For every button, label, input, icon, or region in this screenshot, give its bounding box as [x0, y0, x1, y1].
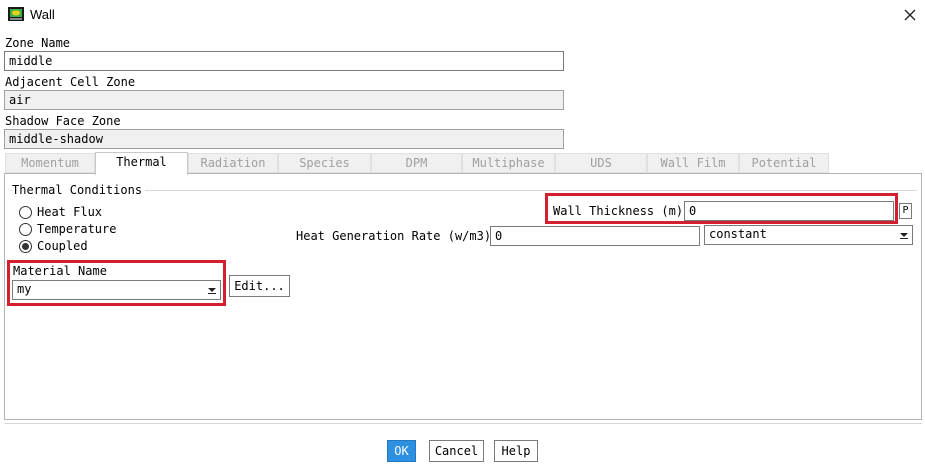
tab-wall-film[interactable]: Wall Film — [647, 153, 739, 173]
zone-name-input[interactable]: middle — [4, 51, 564, 71]
tab-momentum[interactable]: Momentum — [5, 153, 95, 173]
radio-circle — [19, 222, 32, 236]
radio-label: Heat Flux — [37, 205, 103, 219]
tab-uds[interactable]: UDS — [555, 153, 647, 173]
radio-temperature[interactable]: Temperature — [19, 222, 116, 236]
tab-multiphase[interactable]: Multiphase — [462, 153, 555, 173]
shadow-face-zone-field: middle-shadow — [4, 129, 564, 149]
material-name-select[interactable]: my — [12, 280, 221, 300]
adjacent-cell-zone-label: Adjacent Cell Zone — [5, 75, 136, 89]
close-icon — [904, 9, 916, 21]
help-button[interactable]: Help — [494, 440, 538, 462]
radio-heat-flux[interactable]: Heat Flux — [19, 205, 102, 219]
heat-generation-input[interactable]: 0 — [490, 226, 700, 246]
bottom-divider — [4, 423, 922, 424]
chevron-down-icon — [897, 227, 911, 243]
radio-coupled[interactable]: Coupled — [19, 239, 88, 253]
radio-label: Coupled — [37, 239, 88, 253]
group-divider — [10, 190, 917, 191]
ok-button[interactable]: OK — [387, 440, 416, 462]
tab-dpm[interactable]: DPM — [371, 153, 462, 173]
radio-selected-dot — [22, 242, 29, 250]
window-title: Wall — [30, 7, 55, 22]
cancel-button[interactable]: Cancel — [429, 440, 484, 462]
radio-label: Temperature — [37, 222, 117, 236]
tab-potential[interactable]: Potential — [739, 153, 829, 173]
wall-thickness-input[interactable]: 0 — [684, 201, 894, 221]
close-button[interactable] — [898, 4, 922, 26]
thermal-conditions-label: Thermal Conditions — [12, 183, 146, 197]
wall-thickness-param-button[interactable]: P — [899, 203, 912, 219]
heat-generation-label: Heat Generation Rate (w/m3) — [296, 229, 492, 243]
tab-species[interactable]: Species — [278, 153, 371, 173]
material-name-value: my — [17, 282, 32, 296]
tab-radiation[interactable]: Radiation — [188, 153, 278, 173]
heat-generation-method-value: constant — [709, 227, 767, 241]
shadow-face-zone-label: Shadow Face Zone — [5, 114, 121, 128]
title-bar — [0, 0, 925, 30]
adjacent-cell-zone-field: air — [4, 90, 564, 110]
radio-circle — [19, 239, 32, 253]
heat-generation-method-select[interactable]: constant — [704, 225, 913, 245]
fluent-window-icon — [8, 7, 24, 21]
material-name-label: Material Name — [13, 264, 107, 278]
edit-material-button[interactable]: Edit... — [229, 275, 290, 297]
zone-name-label: Zone Name — [5, 36, 71, 50]
tab-thermal[interactable]: Thermal — [95, 152, 188, 175]
wall-thickness-label: Wall Thickness (m) — [553, 204, 684, 218]
radio-circle — [19, 205, 32, 219]
chevron-down-icon — [205, 282, 219, 298]
